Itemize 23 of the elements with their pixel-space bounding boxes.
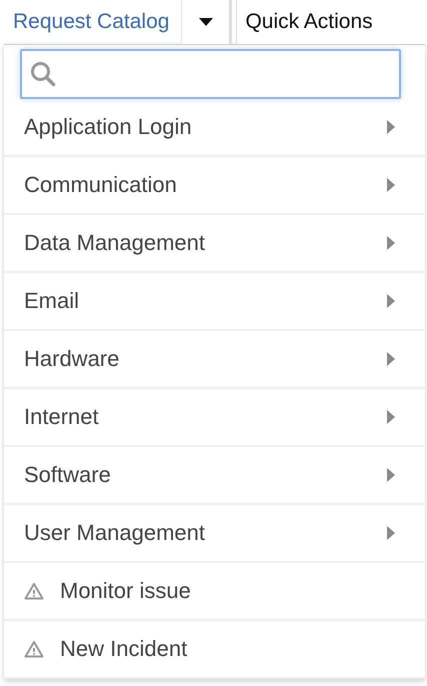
submenu-arrow-icon: [387, 120, 395, 134]
menu-item[interactable]: Email: [4, 273, 425, 331]
warning-icon: [24, 640, 44, 658]
menu-item[interactable]: User Management: [4, 505, 425, 563]
menu-item[interactable]: Software: [4, 447, 425, 505]
submenu-arrow-icon: [387, 410, 395, 424]
submenu-arrow-icon: [387, 178, 395, 192]
submenu-arrow-icon: [387, 468, 395, 482]
submenu-arrow-icon: [387, 294, 395, 308]
menu-item[interactable]: Application Login: [4, 99, 425, 157]
menu-item[interactable]: Communication: [4, 157, 425, 215]
caret-icon: [198, 18, 213, 26]
submenu-arrow-icon: [387, 526, 395, 540]
menu-item[interactable]: Data Management: [4, 215, 425, 273]
search-icon: [30, 61, 56, 87]
warning-icon: [24, 582, 44, 600]
submenu-arrow-icon: [387, 352, 395, 366]
submenu-arrow-icon: [387, 236, 395, 250]
menu-item[interactable]: Monitor issue: [4, 563, 425, 621]
menu-item[interactable]: Internet: [4, 389, 425, 447]
search-field[interactable]: [20, 49, 401, 99]
menu-item[interactable]: New Incident: [4, 621, 425, 679]
menu-item[interactable]: Hardware: [4, 331, 425, 389]
